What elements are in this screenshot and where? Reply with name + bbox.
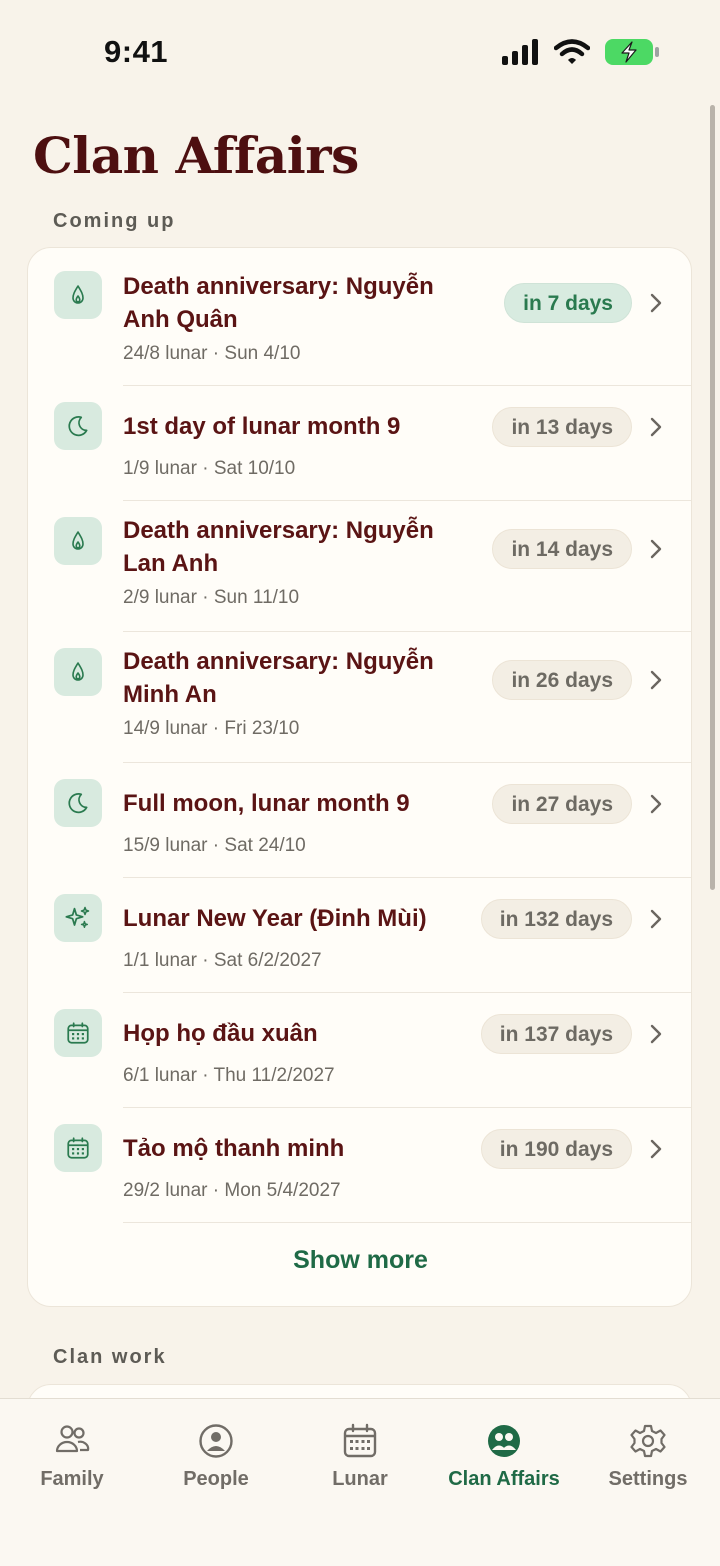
family-icon bbox=[55, 1425, 90, 1453]
event-row[interactable]: Death anniversary: Nguyễn Anh Quân 24/8 … bbox=[28, 248, 693, 385]
status-icons bbox=[502, 38, 660, 66]
moon-icon bbox=[54, 779, 102, 827]
gear-icon bbox=[630, 1424, 666, 1458]
countdown-badge: in 27 days bbox=[492, 784, 632, 824]
calendar-icon bbox=[54, 1009, 102, 1057]
event-date: 2/9 lunar · Sun 11/10 bbox=[123, 587, 300, 608]
chevron-right-icon bbox=[650, 539, 662, 559]
countdown-badge: in 26 days bbox=[492, 660, 632, 700]
status-time: 9:41 bbox=[104, 34, 169, 69]
chevron-right-icon bbox=[650, 794, 662, 814]
upcoming-events-card: Death anniversary: Nguyễn Anh Quân 24/8 … bbox=[27, 247, 692, 1307]
event-title: 1st day of lunar month 9 bbox=[123, 413, 401, 440]
chevron-right-icon bbox=[650, 1024, 662, 1044]
battery-charging-icon bbox=[605, 39, 659, 65]
wifi-icon bbox=[554, 39, 590, 64]
event-date: 29/2 lunar · Mon 5/4/2027 bbox=[123, 1180, 341, 1201]
event-row[interactable]: 1st day of lunar month 9 1/9 lunar · Sat… bbox=[28, 385, 693, 500]
event-date: 6/1 lunar · Thu 11/2/2027 bbox=[123, 1065, 335, 1086]
divider bbox=[123, 1222, 691, 1223]
tab-label: People bbox=[183, 1468, 249, 1490]
event-title: Họp họ đầu xuân bbox=[123, 1020, 318, 1047]
chevron-right-icon bbox=[650, 670, 662, 690]
status-bar: 9:41 bbox=[0, 0, 720, 100]
incense-flame-icon bbox=[54, 648, 102, 696]
show-more-button[interactable]: Show more bbox=[28, 1246, 693, 1275]
calendar-icon bbox=[54, 1124, 102, 1172]
page-title: Clan Affairs bbox=[33, 126, 359, 185]
event-date: 15/9 lunar · Sat 24/10 bbox=[123, 835, 306, 856]
event-row[interactable]: Tảo mộ thanh minh 29/2 lunar · Mon 5/4/2… bbox=[28, 1107, 693, 1222]
event-date: 24/8 lunar · Sun 4/10 bbox=[123, 343, 301, 364]
tab-bar: Family People Lunar Clan Affairs Setting… bbox=[0, 1398, 720, 1566]
moon-icon bbox=[54, 402, 102, 450]
event-row[interactable]: Full moon, lunar month 9 15/9 lunar · Sa… bbox=[28, 762, 693, 877]
event-date: 1/9 lunar · Sat 10/10 bbox=[123, 458, 296, 479]
tab-label: Settings bbox=[608, 1468, 688, 1490]
tab-lunar[interactable]: Lunar bbox=[288, 1399, 432, 1509]
sparkles-icon bbox=[54, 894, 102, 942]
section-label-clan-work: Clan work bbox=[53, 1346, 167, 1368]
scroll-indicator[interactable] bbox=[710, 105, 715, 890]
countdown-badge: in 13 days bbox=[492, 407, 632, 447]
tab-clan-affairs[interactable]: Clan Affairs bbox=[432, 1399, 576, 1509]
event-title: Full moon, lunar month 9 bbox=[123, 790, 410, 817]
event-date: 1/1 lunar · Sat 6/2/2027 bbox=[123, 950, 322, 971]
chevron-right-icon bbox=[650, 1139, 662, 1159]
event-title: Lunar New Year (Đinh Mùi) bbox=[123, 905, 427, 932]
event-title: Death anniversary: Nguyễn Minh An bbox=[123, 648, 434, 708]
chevron-right-icon bbox=[650, 417, 662, 437]
chevron-right-icon bbox=[650, 293, 662, 313]
tab-settings[interactable]: Settings bbox=[576, 1399, 720, 1509]
calendar-icon bbox=[343, 1423, 377, 1458]
event-row[interactable]: Death anniversary: Nguyễn Minh An 14/9 l… bbox=[28, 631, 693, 762]
event-title: Death anniversary: Nguyễn Lan Anh bbox=[123, 517, 434, 577]
incense-flame-icon bbox=[54, 271, 102, 319]
signal-icon bbox=[502, 39, 538, 65]
countdown-badge: in 137 days bbox=[480, 1014, 632, 1054]
event-title: Death anniversary: Nguyễn Anh Quân bbox=[123, 273, 434, 333]
tab-label: Clan Affairs bbox=[448, 1468, 560, 1490]
event-row[interactable]: Lunar New Year (Đinh Mùi) 1/1 lunar · Sa… bbox=[28, 877, 693, 992]
person-icon bbox=[199, 1424, 233, 1458]
tab-label: Lunar bbox=[332, 1468, 388, 1490]
chevron-right-icon bbox=[650, 909, 662, 929]
countdown-badge: in 190 days bbox=[480, 1129, 632, 1169]
section-label-coming-up: Coming up bbox=[53, 210, 176, 232]
countdown-badge: in 7 days bbox=[504, 283, 632, 323]
event-title: Tảo mộ thanh minh bbox=[123, 1135, 345, 1162]
event-row[interactable]: Họp họ đầu xuân 6/1 lunar · Thu 11/2/202… bbox=[28, 992, 693, 1107]
event-row[interactable]: Death anniversary: Nguyễn Lan Anh 2/9 lu… bbox=[28, 500, 693, 631]
countdown-badge: in 132 days bbox=[480, 899, 632, 939]
tab-people[interactable]: People bbox=[144, 1399, 288, 1509]
clan-icon bbox=[488, 1425, 520, 1457]
countdown-badge: in 14 days bbox=[492, 529, 632, 569]
incense-flame-icon bbox=[54, 517, 102, 565]
event-date: 14/9 lunar · Fri 23/10 bbox=[123, 718, 300, 739]
tab-label: Family bbox=[40, 1468, 104, 1490]
tab-family[interactable]: Family bbox=[0, 1399, 144, 1509]
